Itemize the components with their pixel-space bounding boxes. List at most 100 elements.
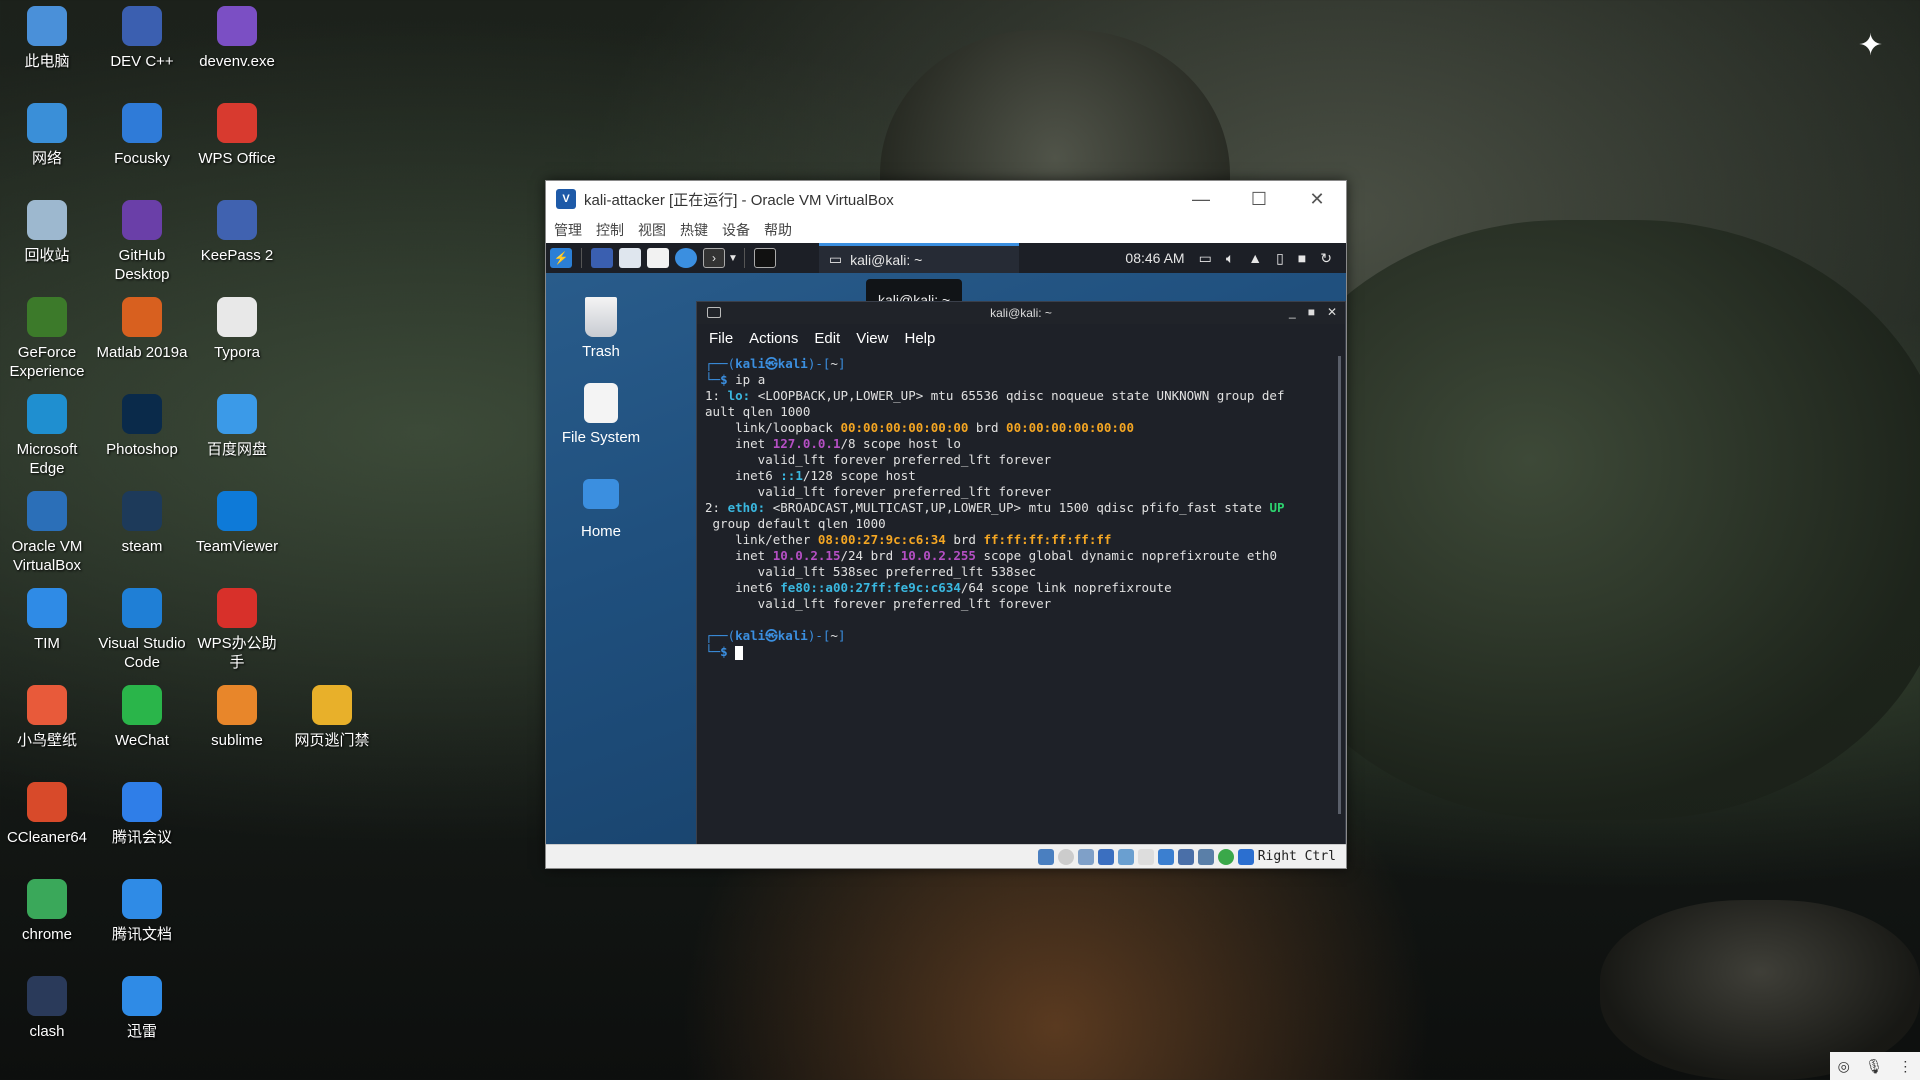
desktop-icon[interactable]: 此电脑 <box>0 0 94 71</box>
desktop-icon[interactable]: WPS Office <box>190 97 284 168</box>
desktop-icon-label: GitHub Desktop <box>114 247 170 283</box>
maximize-button[interactable]: ☐ <box>1230 189 1288 210</box>
workspace-icon[interactable] <box>753 248 776 268</box>
desktop-icon[interactable]: CCleaner64 <box>0 776 94 847</box>
keyboard-capture-icon[interactable] <box>1237 848 1254 865</box>
terminal-launcher-icon[interactable]: › <box>703 248 725 268</box>
desktop-icon[interactable]: Photoshop <box>95 388 189 459</box>
desktop-icon[interactable]: 网页逃门禁 <box>285 679 379 750</box>
desktop-icon[interactable]: Oracle VM VirtualBox <box>0 485 94 575</box>
menu-devices[interactable]: 设备 <box>722 220 750 240</box>
panel-clock[interactable]: 08:46 AM <box>1125 250 1184 266</box>
cpu-status-icon[interactable] <box>1197 848 1214 865</box>
kali-desktop-filesystem[interactable]: File System <box>556 383 646 446</box>
wrench-icon[interactable]: ✦ <box>1858 28 1898 68</box>
desktop-icon[interactable]: devenv.exe <box>190 0 284 71</box>
network-status-icon[interactable] <box>1097 848 1114 865</box>
desktop-icon[interactable]: 小鸟壁纸 <box>0 679 94 750</box>
taskbar-terminal-item[interactable]: ▭ kali@kali: ~ <box>818 243 1019 273</box>
chevron-down-icon[interactable]: ▼ <box>728 253 738 264</box>
desktop-icon[interactable]: TIM <box>0 582 94 653</box>
desktop-icon[interactable]: WeChat <box>95 679 189 750</box>
desktop-icon[interactable]: Microsoft Edge <box>0 388 94 478</box>
terminal-menu-help[interactable]: Help <box>904 330 935 347</box>
volume-icon[interactable]: 🔈︎ <box>1226 250 1234 267</box>
desktop-icon[interactable]: GeForce Experience <box>0 291 94 381</box>
terminal-close-button[interactable]: ✕ <box>1327 305 1337 319</box>
desktop-icon[interactable]: WPS办公助手 <box>190 582 284 672</box>
terminal-menu-actions[interactable]: Actions <box>749 330 798 347</box>
desktop-icon[interactable]: GitHub Desktop <box>95 194 189 284</box>
tencent-docs-icon <box>122 879 162 919</box>
show-desktop-icon[interactable] <box>591 248 613 268</box>
lock-icon[interactable]: ■ <box>1298 250 1306 266</box>
usb-status-icon[interactable] <box>1117 848 1134 865</box>
menu-hotkey[interactable]: 热键 <box>680 220 708 240</box>
optical-drive-status-icon[interactable] <box>1057 848 1074 865</box>
menu-view[interactable]: 视图 <box>638 220 666 240</box>
audio-status-icon[interactable] <box>1077 848 1094 865</box>
terminal-minimize-button[interactable]: _ <box>1289 305 1296 319</box>
desktop-icon[interactable]: Matlab 2019a <box>95 291 189 362</box>
terminal-window[interactable]: kali@kali: ~ _ ■ ✕ File Actions Edit Vie… <box>696 301 1346 847</box>
minimize-button[interactable]: — <box>1172 189 1230 210</box>
desktop-icon[interactable]: chrome <box>0 873 94 944</box>
shared-folder-status-icon[interactable] <box>1137 848 1154 865</box>
menu-manage[interactable]: 管理 <box>554 220 582 240</box>
terminal-menu-view[interactable]: View <box>856 330 888 347</box>
menu-help[interactable]: 帮助 <box>764 220 792 240</box>
mouse-integration-icon[interactable] <box>1217 848 1234 865</box>
menu-control[interactable]: 控制 <box>596 220 624 240</box>
terminal-scrollbar[interactable] <box>1338 356 1341 814</box>
microphone-icon[interactable]: 🎙︎ <box>1865 1058 1883 1075</box>
devcpp-icon <box>122 6 162 46</box>
desktop-icon[interactable]: 迅雷 <box>95 970 189 1041</box>
text-editor-icon[interactable] <box>647 248 669 268</box>
kali-desktop-home[interactable]: Home <box>556 479 646 540</box>
desktop-icon[interactable]: 腾讯会议 <box>95 776 189 847</box>
desktop-icon[interactable]: 百度网盘 <box>190 388 284 459</box>
prompt-user: kali㉿kali <box>735 628 808 643</box>
desktop-icon[interactable]: KeePass 2 <box>190 194 284 265</box>
desktop-icon-label: Focusky <box>114 150 170 167</box>
kali-desktop-trash[interactable]: Trash <box>556 297 646 360</box>
desktop-icon[interactable]: steam <box>95 485 189 556</box>
desktop-icon-label: TIM <box>34 635 60 652</box>
hard-disk-status-icon[interactable] <box>1037 848 1054 865</box>
file-manager-icon[interactable] <box>619 248 641 268</box>
close-button[interactable]: ✕ <box>1288 189 1346 210</box>
desktop-icon[interactable]: clash <box>0 970 94 1041</box>
virtualbox-window[interactable]: V kali-attacker [正在运行] - Oracle VM Virtu… <box>545 180 1347 869</box>
ip-address: 10.0.2.15 <box>772 548 841 563</box>
desktop-icon[interactable]: Typora <box>190 291 284 362</box>
notification-bell-icon[interactable]: ▲ <box>1248 250 1262 266</box>
desktop-icon-label: WPS办公助手 <box>197 635 277 671</box>
display-status-icon[interactable] <box>1157 848 1174 865</box>
terminal-output[interactable]: ┌──(kali㉿kali)-[~] └─$ ip a 1: lo: <LOOP… <box>697 352 1345 664</box>
battery-icon[interactable]: ▯ <box>1276 250 1284 267</box>
terminal-maximize-button[interactable]: ■ <box>1308 305 1315 319</box>
tray-overflow-icon[interactable]: ⋮ <box>1898 1058 1912 1075</box>
ime-icon[interactable]: ◎ <box>1838 1058 1850 1075</box>
terminal-title-bar[interactable]: kali@kali: ~ _ ■ ✕ <box>697 302 1345 324</box>
desktop-icon[interactable]: Visual Studio Code <box>95 582 189 672</box>
desktop-icon[interactable]: 网络 <box>0 97 94 168</box>
terminal-menu-file[interactable]: File <box>709 330 733 347</box>
desktop-icon[interactable]: 腾讯文档 <box>95 873 189 944</box>
guest-screen[interactable]: ⚡ › ▼ ▭ kali@kali: ~ 08:46 AM ▭ 🔈︎ ▲ ▯ ■… <box>546 243 1346 847</box>
desktop-icon[interactable]: sublime <box>190 679 284 750</box>
browser-icon[interactable] <box>675 248 697 268</box>
virtualbox-title-bar[interactable]: V kali-attacker [正在运行] - Oracle VM Virtu… <box>546 181 1346 217</box>
kali-menu-icon[interactable]: ⚡ <box>550 248 572 268</box>
desktop-icon[interactable]: Focusky <box>95 97 189 168</box>
recording-status-icon[interactable] <box>1177 848 1194 865</box>
display-icon[interactable]: ▭ <box>1199 250 1212 267</box>
desktop-icon[interactable]: TeamViewer <box>190 485 284 556</box>
terminal-menu-edit[interactable]: Edit <box>814 330 840 347</box>
chrome-icon <box>27 879 67 919</box>
desktop-icon-label: 腾讯文档 <box>111 926 172 943</box>
home-folder-icon <box>583 479 619 509</box>
logout-icon[interactable]: ↻ <box>1320 250 1332 267</box>
desktop-icon[interactable]: DEV C++ <box>95 0 189 71</box>
desktop-icon[interactable]: 回收站 <box>0 194 94 265</box>
